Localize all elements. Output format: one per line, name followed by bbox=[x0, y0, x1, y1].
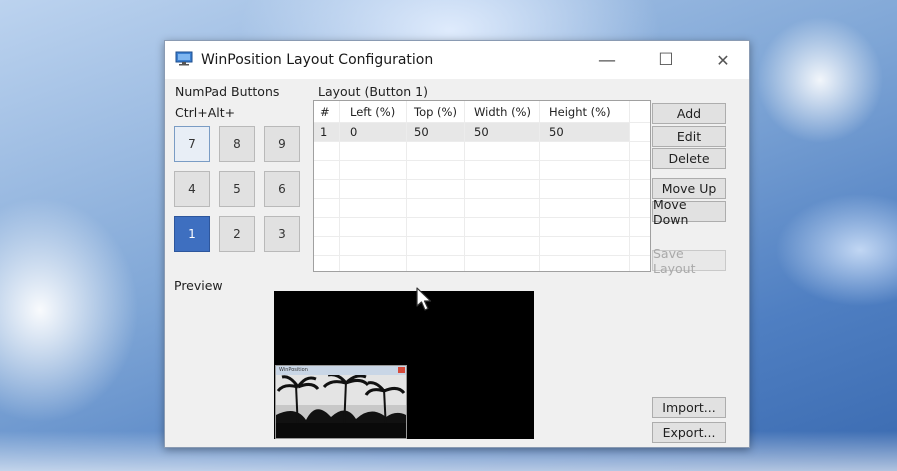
numpad-key-label: 3 bbox=[278, 227, 286, 241]
add-button[interactable]: Add bbox=[652, 103, 726, 124]
maximize-icon: ☐ bbox=[658, 50, 674, 70]
import-button[interactable]: Import... bbox=[652, 397, 726, 418]
numpad-key-7[interactable]: 7 bbox=[174, 126, 210, 162]
numpad-key-4[interactable]: 4 bbox=[174, 171, 210, 207]
preview-window-title: WinPosition bbox=[276, 366, 406, 375]
mouse-pointer-icon bbox=[416, 287, 432, 311]
column-header[interactable]: Height (%) bbox=[549, 105, 611, 119]
numpad-key-8[interactable]: 8 bbox=[219, 126, 255, 162]
table-cell[interactable]: 50 bbox=[474, 125, 489, 139]
maximize-button[interactable]: ☐ bbox=[648, 47, 684, 73]
numpad-key-label: 5 bbox=[233, 182, 241, 196]
export-button[interactable]: Export... bbox=[652, 422, 726, 443]
table-cell[interactable]: 50 bbox=[414, 125, 429, 139]
close-icon: ✕ bbox=[716, 50, 730, 70]
column-header[interactable]: Width (%) bbox=[474, 105, 531, 119]
window-title: WinPosition Layout Configuration bbox=[201, 52, 434, 68]
preview-window-thumbnail: WinPosition bbox=[275, 365, 407, 439]
numpad-group-label: NumPad Buttons bbox=[175, 84, 280, 99]
title-bar[interactable]: WinPosition Layout Configuration — ☐ ✕ bbox=[165, 41, 749, 79]
palm-trees-image bbox=[276, 375, 406, 438]
layout-preview: WinPosition bbox=[274, 291, 534, 439]
minimize-icon: — bbox=[598, 49, 616, 71]
table-cell[interactable]: 0 bbox=[350, 125, 357, 139]
preview-label: Preview bbox=[174, 278, 223, 293]
numpad-key-9[interactable]: 9 bbox=[264, 126, 300, 162]
numpad-key-1[interactable]: 1 bbox=[174, 216, 210, 252]
layout-configuration-window: WinPosition Layout Configuration — ☐ ✕ N… bbox=[164, 40, 750, 448]
move-down-button[interactable]: Move Down bbox=[652, 197, 726, 227]
table-cell[interactable]: 1 bbox=[320, 125, 327, 139]
numpad-key-6[interactable]: 6 bbox=[264, 171, 300, 207]
close-button[interactable]: ✕ bbox=[705, 47, 741, 73]
layout-group-label: Layout (Button 1) bbox=[318, 84, 429, 99]
numpad-key-5[interactable]: 5 bbox=[219, 171, 255, 207]
numpad-key-label: 6 bbox=[278, 182, 286, 196]
table-cell[interactable]: 50 bbox=[549, 125, 564, 139]
modifier-label: Ctrl+Alt+ bbox=[175, 105, 236, 120]
numpad-key-label: 7 bbox=[188, 137, 196, 151]
numpad-key-label: 2 bbox=[233, 227, 241, 241]
numpad-key-3[interactable]: 3 bbox=[264, 216, 300, 252]
delete-button[interactable]: Delete bbox=[652, 148, 726, 169]
column-header[interactable]: Top (%) bbox=[414, 105, 457, 119]
numpad-key-label: 8 bbox=[233, 137, 241, 151]
numpad-key-label: 9 bbox=[278, 137, 286, 151]
minimize-button[interactable]: — bbox=[589, 47, 625, 73]
monitor-icon bbox=[175, 51, 193, 66]
close-icon bbox=[398, 367, 405, 373]
column-header[interactable]: Left (%) bbox=[350, 105, 395, 119]
numpad-key-label: 1 bbox=[188, 227, 196, 241]
layout-table[interactable]: # Left (%) Top (%) Width (%) Height (%) … bbox=[313, 100, 651, 272]
numpad-key-label: 4 bbox=[188, 182, 196, 196]
edit-button[interactable]: Edit bbox=[652, 126, 726, 147]
numpad-key-2[interactable]: 2 bbox=[219, 216, 255, 252]
table-row-selection bbox=[314, 123, 629, 141]
save-layout-button[interactable]: Save Layout bbox=[652, 246, 726, 276]
column-header[interactable]: # bbox=[320, 105, 330, 119]
